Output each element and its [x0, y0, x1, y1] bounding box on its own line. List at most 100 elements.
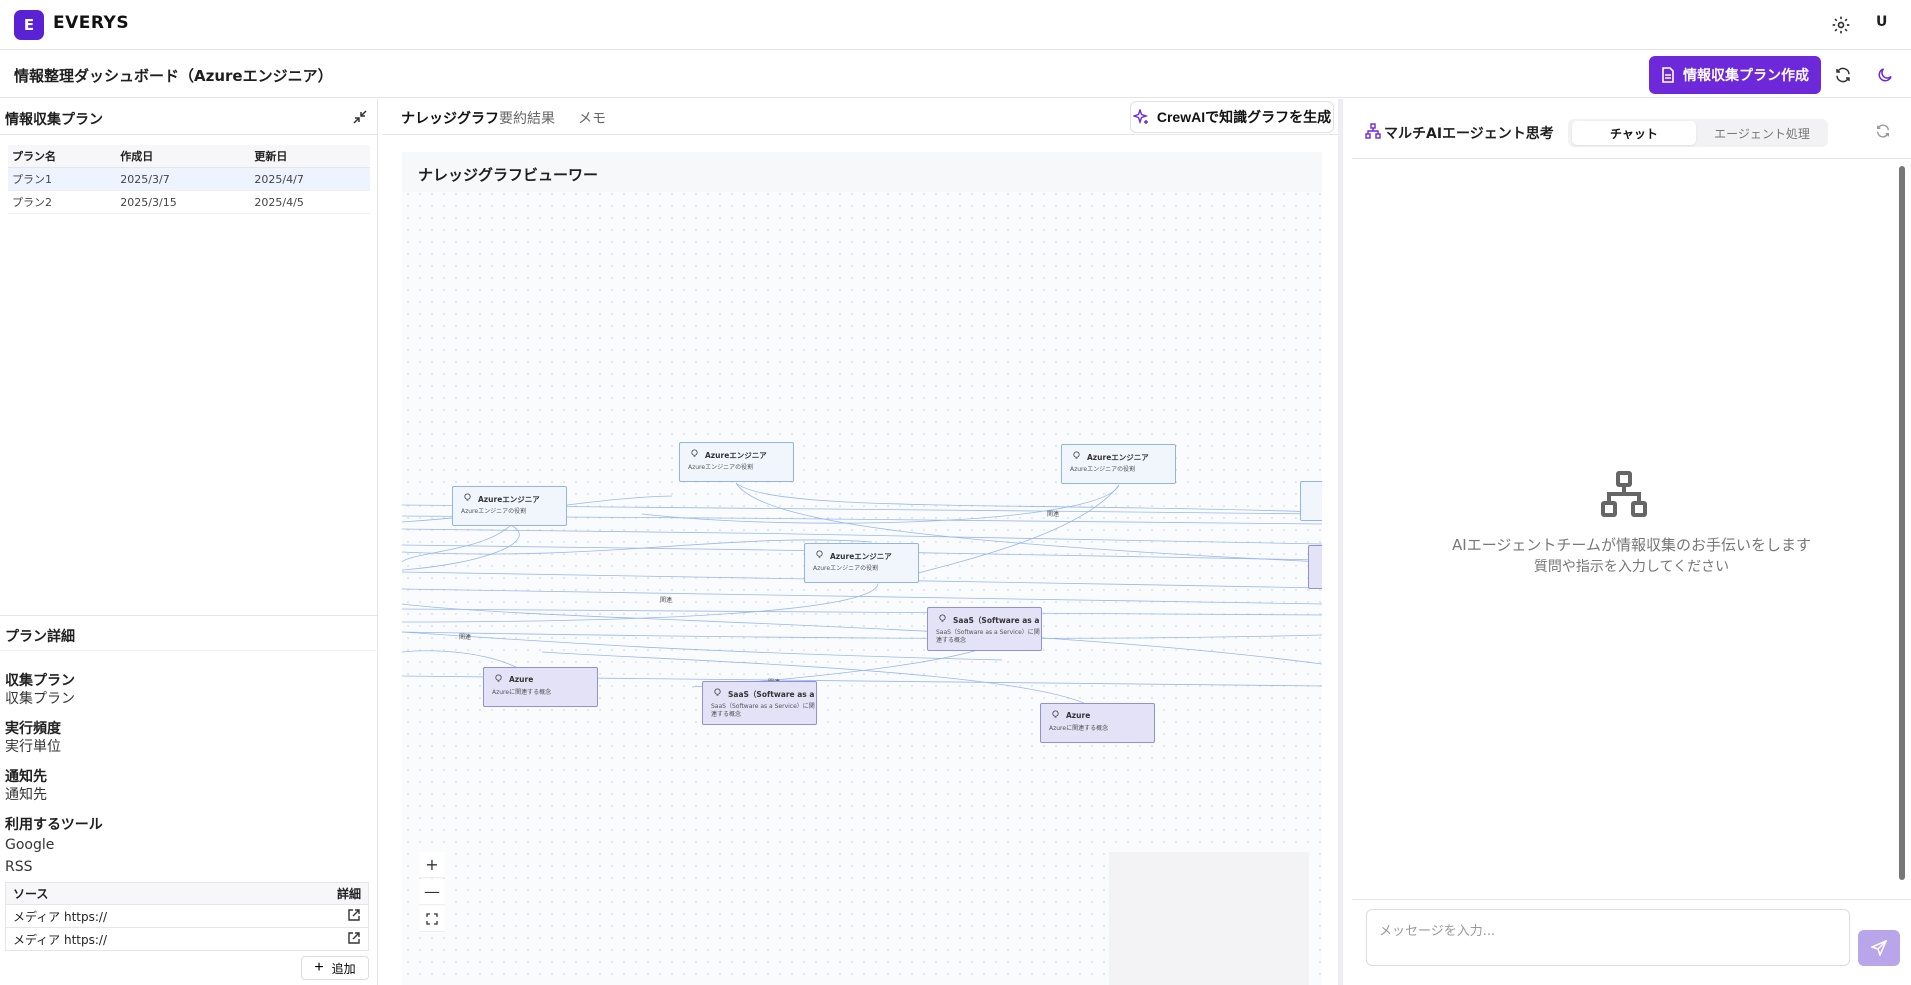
table-row: メディア https://: [5, 927, 369, 951]
graph-tabs: ナレッジグラフ 要約結果 メモ CrewAIで知識グラフを生成: [382, 99, 1338, 135]
graph-node[interactable]: SaaS（Software as a Se... SaaS（Software a…: [927, 607, 1042, 651]
fit-view-icon: [426, 912, 438, 925]
message-composer: [1352, 899, 1911, 985]
bulb-icon: [691, 449, 698, 457]
plan-panel-header: 情報収集プラン: [0, 99, 378, 135]
edge-label: 関連: [1047, 511, 1060, 518]
scrollbar[interactable]: [1899, 166, 1905, 880]
tab-chat[interactable]: チャット: [1572, 121, 1696, 145]
detail-value: 実行単位: [5, 739, 61, 755]
node-desc: SaaS（Software as a Service）に関連する概念: [711, 703, 815, 718]
graph-node[interactable]: Azure Azureに関連する概念: [1040, 703, 1155, 743]
external-link-icon[interactable]: [347, 908, 361, 922]
panel-resize-handle[interactable]: [1338, 99, 1343, 985]
bulb-icon: [1052, 710, 1059, 718]
crewai-generate-label: CrewAIで知識グラフを生成: [1156, 109, 1332, 125]
graph-node[interactable]: Azureエンジニア Azureエンジニアの役割: [679, 442, 794, 482]
column-header: 詳細: [273, 882, 369, 905]
node-desc: Azureに関連する概念: [1049, 725, 1109, 732]
refresh-icon[interactable]: [1875, 123, 1891, 139]
app-logo[interactable]: E: [14, 10, 44, 40]
edge: [402, 631, 1322, 639]
plan-panel-title: 情報収集プラン: [5, 112, 103, 128]
empty-state-hint: 質問や指示を入力してください: [1533, 559, 1730, 575]
sub-header: 情報整理ダッシュボード（Azureエンジニア） 情報収集プラン作成: [0, 51, 1911, 98]
bulb-icon: [714, 688, 721, 696]
plan-updated: 2025/4/5: [250, 190, 370, 214]
graph-node[interactable]: Azureエンジニア Azureエンジニアの役割: [804, 543, 919, 583]
agent-panel-header: マルチAIエージェント思考 チャット エージェント処理: [1352, 99, 1911, 159]
node-desc: Azureエンジニアの役割: [688, 464, 754, 471]
external-link-icon[interactable]: [347, 931, 361, 945]
table-row[interactable]: プラン1 2025/3/7 2025/4/7: [8, 167, 370, 191]
detail-label: 通知先: [5, 769, 47, 785]
tab-summary[interactable]: 要約結果: [499, 108, 555, 128]
create-plan-button[interactable]: 情報収集プラン作成: [1649, 56, 1821, 94]
node-desc: Azureエンジニアの役割: [461, 508, 527, 515]
graph-viewer[interactable]: ナレッジグラフビューワー 関連 関連 関連 Azureエンジニア Azureエン…: [402, 152, 1322, 985]
edge-label: 関連: [459, 634, 472, 641]
table-row: メディア https://: [5, 904, 369, 928]
empty-state-text: AIエージェントチームが情報収集のお手伝いをします: [1452, 536, 1811, 554]
node-desc: SaaS（Software as a Service）に関連する概念: [936, 629, 1040, 644]
plan-name: プラン2: [8, 190, 117, 214]
graph-node-partial[interactable]: [1308, 545, 1322, 589]
sources-table: ソース 詳細 メディア https:// メディア https://: [5, 882, 369, 951]
refresh-icon[interactable]: [1834, 66, 1852, 84]
tab-knowledge-graph[interactable]: ナレッジグラフ: [401, 108, 499, 128]
detail-value: 収集プラン: [5, 691, 75, 707]
fit-view-button[interactable]: [419, 906, 445, 932]
node-title: SaaS（Software as a Se...: [728, 690, 814, 699]
source-text: メディア https://: [5, 904, 274, 928]
sparkle-icon: [1132, 109, 1149, 125]
bulb-icon: [464, 493, 471, 501]
external-link-cell[interactable]: [273, 927, 369, 951]
node-title: Azureエンジニア: [478, 495, 540, 504]
gear-icon[interactable]: [1831, 15, 1851, 35]
top-nav: E EVERYS U: [0, 0, 1911, 50]
user-avatar[interactable]: U: [1876, 14, 1887, 30]
brand-name: EVERYS: [53, 13, 130, 33]
crewai-generate-button[interactable]: CrewAIで知識グラフを生成: [1130, 101, 1334, 133]
node-desc: Azureに関連する概念: [492, 689, 552, 696]
bulb-icon: [939, 614, 946, 622]
tab-agent-process[interactable]: エージェント処理: [1700, 121, 1824, 145]
tool-item: Google: [5, 837, 55, 853]
node-desc: Azureエンジニアの役割: [1070, 466, 1136, 473]
node-desc: Azureエンジニアの役割: [813, 565, 879, 572]
detail-label: 実行頻度: [5, 721, 61, 737]
plan-created: 2025/3/7: [116, 167, 251, 191]
send-button[interactable]: [1858, 930, 1900, 966]
column-header: プラン名: [8, 145, 117, 168]
graph-node[interactable]: Azureエンジニア Azureエンジニアの役割: [1061, 444, 1176, 484]
zoom-in-button[interactable]: +: [419, 852, 445, 878]
node-title: Azureエンジニア: [705, 451, 767, 460]
document-icon: [1662, 67, 1674, 83]
theme-toggle-icon[interactable]: [1876, 66, 1894, 84]
tools-label: 利用するツール: [5, 817, 103, 833]
minimap[interactable]: [1109, 852, 1309, 985]
node-title: Azureエンジニア: [830, 552, 892, 561]
graph-node[interactable]: Azure Azureに関連する概念: [483, 667, 598, 707]
graph-node-partial[interactable]: [1300, 481, 1322, 521]
plan-name: プラン1: [8, 167, 117, 191]
create-plan-label: 情報収集プラン作成: [1683, 67, 1809, 83]
bulb-icon: [816, 550, 823, 558]
zoom-out-button[interactable]: —: [419, 879, 445, 905]
external-link-cell[interactable]: [273, 904, 369, 928]
graph-node[interactable]: Azureエンジニア Azureエンジニアの役割: [452, 486, 567, 526]
plan-detail-header: プラン詳細: [0, 615, 378, 651]
edge: [735, 482, 1322, 513]
add-source-button[interactable]: + 追加: [301, 956, 369, 980]
agent-tabs: チャット エージェント処理: [1568, 119, 1828, 147]
message-input[interactable]: [1366, 909, 1850, 966]
tab-memo[interactable]: メモ: [578, 108, 606, 128]
graph-node[interactable]: SaaS（Software as a Se... SaaS（Software a…: [702, 681, 817, 725]
agent-panel-title: マルチAIエージェント思考: [1384, 126, 1554, 142]
table-row[interactable]: プラン2 2025/3/15 2025/4/5: [8, 190, 370, 214]
plan-updated: 2025/4/7: [250, 167, 370, 191]
edge: [402, 539, 873, 555]
collapse-icon[interactable]: [352, 109, 368, 125]
network-icon: [1601, 471, 1647, 517]
agent-panel: マルチAIエージェント思考 チャット エージェント処理 AIエージェントチームが…: [1352, 99, 1911, 985]
